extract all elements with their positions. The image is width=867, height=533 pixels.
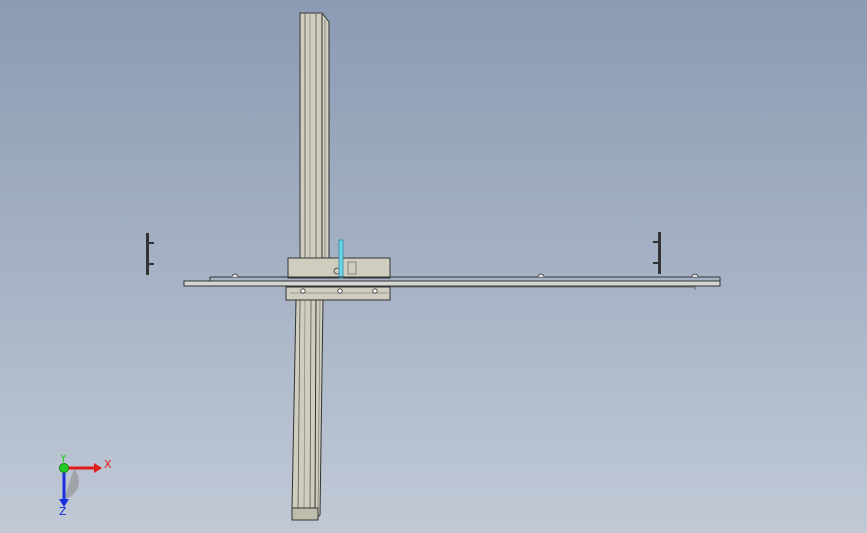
assembly-model[interactable] [0, 0, 867, 533]
triad-shadow [64, 469, 79, 499]
z-axis-label: Z [59, 505, 67, 517]
x-axis-label: X [104, 458, 112, 471]
vertical-column-upper[interactable] [299, 12, 330, 259]
x-arrow-head-icon [94, 463, 102, 473]
right-end-bracket[interactable] [653, 232, 661, 274]
highlighted-pin[interactable] [338, 239, 344, 279]
vertical-column-lower[interactable] [291, 299, 324, 521]
left-end-bracket[interactable] [146, 233, 154, 275]
coordinate-triad: X Y Z [59, 455, 112, 517]
carriage-block[interactable] [285, 257, 391, 301]
horizontal-beam[interactable] [183, 276, 721, 290]
y-axis-label: Y [59, 455, 67, 465]
cad-graphics-viewport[interactable]: X Y Z [0, 0, 867, 533]
